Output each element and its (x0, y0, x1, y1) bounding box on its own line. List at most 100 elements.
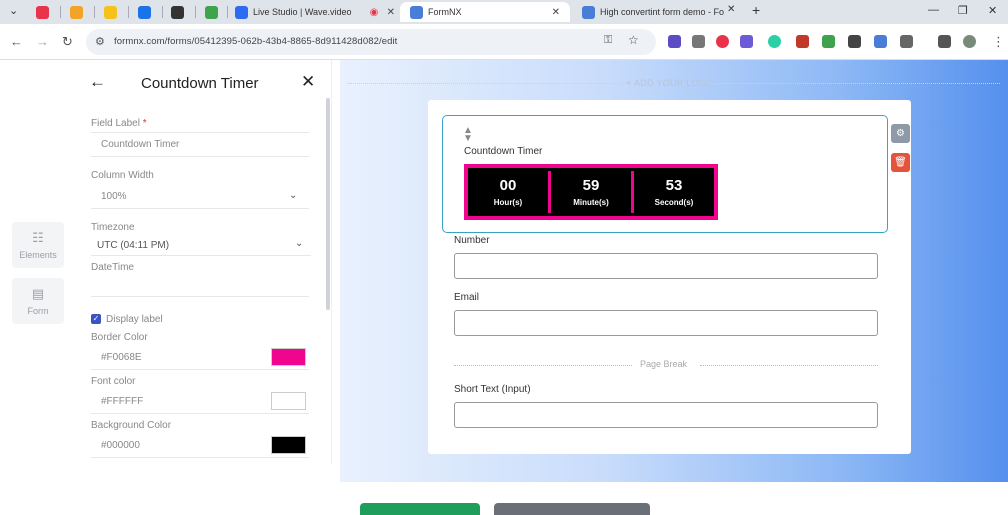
countdown-timer-block[interactable]: ▲ ▼ Countdown Timer 00 Hour(s) 59 Minute(… (442, 115, 888, 233)
extension-icon[interactable] (768, 35, 781, 48)
form-canvas: + ADD YOUR LOGO ▲ ▼ Countdown Timer 00 Ho… (340, 60, 1008, 482)
tab-label: High convertint form demo - Fo (600, 7, 725, 17)
save-button[interactable] (360, 503, 480, 515)
page-break-line (700, 365, 878, 366)
tab-formnx[interactable]: FormNX ✕ (400, 2, 570, 22)
divider (91, 296, 309, 297)
border-color-swatch[interactable] (271, 348, 306, 366)
new-tab-button[interactable]: + (752, 2, 760, 18)
extension-icon[interactable] (716, 35, 729, 48)
short-text-input[interactable] (454, 402, 878, 428)
puzzle-icon[interactable] (900, 35, 913, 48)
rail-elements-button[interactable]: ☷ Elements (12, 222, 64, 268)
close-tab-icon[interactable]: ✕ (727, 4, 735, 15)
chevron-down-icon[interactable]: ⌄ (289, 190, 297, 201)
font-color-input[interactable]: #FFFFFF (101, 396, 143, 407)
email-input[interactable] (454, 310, 878, 336)
restore-icon[interactable]: ❐ (958, 4, 968, 17)
short-text-field-label: Short Text (Input) (454, 384, 531, 395)
menu-dots-icon[interactable]: ⋮ (992, 34, 1005, 50)
close-icon[interactable]: ✕ (301, 72, 315, 92)
bookmark-star-icon[interactable]: ☆ (628, 33, 639, 47)
side-panel-icon[interactable] (938, 35, 951, 48)
divider (91, 208, 309, 209)
divider (91, 132, 309, 133)
timer-seconds: 53 Second(s) (634, 171, 714, 213)
tab-separator (162, 6, 163, 18)
tab-search-chevron-icon[interactable]: ⌄ (9, 4, 18, 17)
close-tab-icon[interactable]: ✕ (552, 7, 560, 18)
required-asterisk: * (142, 118, 147, 129)
timer-minutes: 59 Minute(s) (551, 171, 631, 213)
display-label-checkbox[interactable]: ✓ (91, 314, 101, 324)
extension-icon[interactable] (822, 35, 835, 48)
close-tab-icon[interactable]: ✕ (387, 7, 395, 18)
timer-value: 53 (665, 177, 683, 194)
column-width-select[interactable]: 100% (101, 191, 127, 202)
form-card: ▲ ▼ Countdown Timer 00 Hour(s) 59 Minute(… (428, 100, 911, 454)
rail-form-button[interactable]: ▤ Form (12, 278, 64, 324)
tab-1[interactable] (36, 2, 54, 22)
chevron-down-icon[interactable]: ⌄ (295, 238, 303, 249)
extension-icon[interactable] (692, 35, 705, 48)
border-color-input[interactable]: #F0068E (101, 352, 142, 363)
site-info-icon[interactable]: ⚙ (95, 35, 105, 48)
divider (91, 255, 311, 256)
tab-favicon-icon (205, 5, 218, 19)
tab-2[interactable] (70, 2, 88, 22)
delete-trash-icon[interactable]: 🗑 (891, 153, 910, 172)
address-bar[interactable]: ⚙ formnx.com/forms/05412395-062b-43b4-88… (86, 29, 656, 55)
tab-wave-video[interactable]: Live Studio | Wave.video ◉ ✕ (235, 2, 395, 22)
timer-unit: Minute(s) (573, 198, 609, 207)
field-label-input[interactable]: Countdown Timer (101, 139, 179, 150)
drag-handle-icon[interactable]: ▲ ▼ (463, 126, 473, 144)
tab-separator (94, 6, 95, 18)
field-label-heading: Field Label * (91, 118, 147, 129)
font-color-swatch[interactable] (271, 392, 306, 410)
bg-color-input[interactable]: #000000 (101, 440, 140, 451)
rail-elements-label: Elements (19, 250, 57, 260)
divider (91, 369, 309, 370)
back-icon[interactable]: ← (10, 34, 23, 49)
window-close-icon[interactable]: ✕ (988, 4, 997, 17)
profile-avatar[interactable] (963, 35, 976, 48)
forward-icon[interactable]: → (36, 34, 49, 49)
tab-3[interactable] (104, 2, 122, 22)
bg-color-swatch[interactable] (271, 436, 306, 454)
back-arrow-icon[interactable]: ← (89, 72, 106, 92)
extension-icon[interactable] (740, 35, 753, 48)
minimize-icon[interactable]: — (928, 4, 939, 16)
countdown-timer-label: Countdown Timer (464, 146, 543, 157)
tab-separator (60, 6, 61, 18)
url-text: formnx.com/forms/05412395-062b-43b4-8865… (114, 36, 398, 47)
extension-icon[interactable] (668, 35, 681, 48)
tab-separator (227, 6, 228, 18)
timezone-label: Timezone (91, 222, 135, 233)
number-input[interactable] (454, 253, 878, 279)
tab-4[interactable] (138, 2, 156, 22)
password-key-icon[interactable]: ⚿ (604, 34, 612, 47)
tab-6[interactable] (205, 2, 223, 22)
tab-5[interactable] (171, 2, 189, 22)
reload-icon[interactable]: ↻ (62, 34, 73, 50)
settings-gear-icon[interactable]: ⚙ (891, 124, 910, 143)
tab-separator (195, 6, 196, 18)
extension-icon[interactable] (796, 35, 809, 48)
add-logo-button[interactable]: + ADD YOUR LOGO (620, 78, 720, 88)
timer-unit: Hour(s) (493, 198, 523, 207)
tab-favicon-icon (582, 5, 595, 19)
preview-button[interactable] (494, 503, 650, 515)
divider (91, 413, 309, 414)
eyedropper-icon[interactable] (848, 35, 861, 48)
timezone-select[interactable]: UTC (04:11 PM) (97, 240, 169, 251)
tab-separator (128, 6, 129, 18)
timer-value: 00 (499, 177, 517, 194)
font-color-label: Font color (91, 376, 136, 387)
left-rail: ☷ Elements ▤ Form (0, 60, 76, 512)
bg-color-label: Background Color (91, 420, 172, 431)
panel-scrollbar[interactable] (326, 98, 330, 310)
panel-title: Countdown Timer (141, 75, 259, 92)
field-label-text: Field Label (91, 118, 140, 129)
extension-icon[interactable] (874, 35, 887, 48)
tab-form-demo[interactable]: High convertint form demo - Fo (582, 2, 737, 22)
